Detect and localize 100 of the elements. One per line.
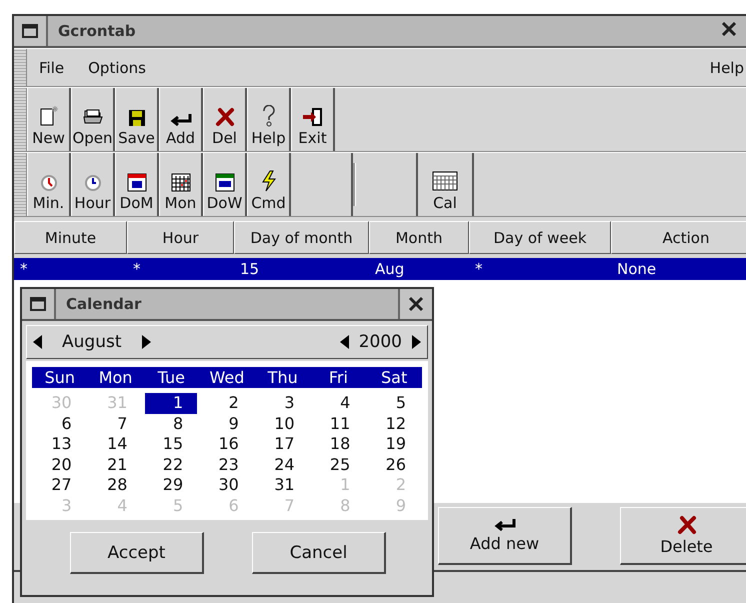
- toolbar-button[interactable]: Open: [71, 88, 115, 151]
- column-header[interactable]: Minute: [14, 221, 127, 254]
- column-header[interactable]: Day of week: [469, 221, 611, 254]
- new-document-icon: [38, 105, 60, 127]
- calendar-day[interactable]: 4: [312, 393, 364, 414]
- menu-item[interactable]: Options: [76, 58, 158, 76]
- clock-icon: [84, 174, 102, 192]
- column-header[interactable]: Action: [611, 221, 746, 254]
- calendar-day[interactable]: 19: [368, 434, 420, 454]
- menu-item[interactable]: Help: [698, 58, 746, 76]
- toolbar-button[interactable]: Save: [115, 88, 159, 151]
- month-label: August: [62, 332, 122, 352]
- calendar-day[interactable]: 30: [201, 475, 253, 496]
- toolbar-handle[interactable]: [14, 88, 27, 151]
- clock-icon: [40, 174, 58, 192]
- toolbar-handle[interactable]: [14, 153, 27, 216]
- toolbar-button[interactable]: Exit: [291, 88, 335, 151]
- year-label: 2000: [358, 332, 402, 352]
- toolbar-button[interactable]: Del: [203, 88, 247, 151]
- weekday-label: Fri: [328, 367, 349, 388]
- calendar-day[interactable]: 5: [368, 393, 420, 414]
- weekday-label: Sun: [44, 367, 76, 388]
- calendar-page-icon: [126, 172, 148, 192]
- menu-item[interactable]: File: [27, 58, 76, 76]
- column-header[interactable]: Hour: [127, 221, 234, 254]
- calendar-day[interactable]: 18: [312, 434, 364, 454]
- calendar-day[interactable]: 8: [145, 414, 198, 434]
- table-cell-text: None: [616, 259, 658, 280]
- calendar-day[interactable]: 1: [145, 393, 198, 414]
- calendar-day[interactable]: 2: [201, 393, 253, 414]
- window-menu-icon[interactable]: [30, 297, 46, 311]
- calendar-day[interactable]: 6: [34, 414, 86, 434]
- calendar-day[interactable]: 20: [34, 454, 86, 475]
- calendar-day[interactable]: 15: [145, 434, 198, 454]
- calendar-day[interactable]: 25: [312, 454, 364, 475]
- calendar-day[interactable]: 13: [34, 434, 86, 454]
- previous-month-arrow-icon[interactable]: [33, 335, 42, 349]
- weekday-label: Sat: [380, 367, 408, 388]
- calendar-day[interactable]: 17: [256, 434, 309, 454]
- table-cell-text: *: [132, 259, 142, 280]
- window-title: Gcrontab: [57, 22, 137, 40]
- toolbar-button[interactable]: Hour: [71, 153, 115, 216]
- table-row[interactable]: * * 15 Aug * None: [14, 258, 746, 280]
- cross-icon: [676, 515, 696, 535]
- column-header[interactable]: Day of month: [234, 221, 369, 254]
- return-arrow-icon: [492, 518, 516, 532]
- toolbar-button[interactable]: Help: [247, 88, 291, 151]
- weekday-label: Mon: [98, 367, 134, 388]
- toolbar-button[interactable]: Add: [159, 88, 203, 151]
- calendar-day[interactable]: 23: [201, 454, 253, 475]
- dialog-button[interactable]: Accept: [70, 532, 204, 574]
- next-month-arrow-icon[interactable]: [142, 335, 150, 349]
- calendar-day[interactable]: 28: [90, 475, 142, 496]
- cross-icon: [214, 107, 234, 127]
- calendar-day[interactable]: 7: [90, 414, 142, 434]
- question-mark-icon: [260, 105, 276, 127]
- table-cell-text: Aug: [374, 259, 406, 280]
- month-grid-icon: [170, 172, 192, 192]
- table-cell-text: *: [474, 259, 484, 280]
- action-button[interactable]: Delete: [620, 507, 746, 565]
- next-year-arrow-icon[interactable]: [412, 335, 421, 349]
- calendar-day[interactable]: 27: [34, 475, 86, 496]
- exit-door-icon: [302, 107, 324, 127]
- dialog-title: Calendar: [65, 295, 142, 313]
- toolbar-button[interactable]: Min.: [27, 153, 71, 216]
- dialog-button[interactable]: Cancel: [252, 532, 386, 574]
- close-icon[interactable]: [408, 296, 424, 312]
- action-button[interactable]: Add new: [438, 507, 572, 565]
- lightning-icon: [260, 170, 278, 192]
- toolbar-handle[interactable]: [14, 49, 27, 86]
- column-header[interactable]: Month: [369, 221, 469, 254]
- table-cell-text: 15: [239, 259, 260, 280]
- calendar-day[interactable]: 16: [201, 434, 253, 454]
- calendar-day[interactable]: 10: [256, 414, 309, 434]
- calendar-grid-icon: [431, 170, 459, 192]
- toolbar-button[interactable]: Cal: [416, 153, 474, 216]
- calendar-day[interactable]: 31: [256, 475, 309, 496]
- table-cell-text: *: [19, 259, 28, 280]
- calendar-day[interactable]: 12: [368, 414, 420, 434]
- calendar-day[interactable]: 9: [201, 414, 253, 434]
- weekday-label: Wed: [208, 367, 246, 388]
- toolbar-button[interactable]: DoW: [203, 153, 247, 216]
- calendar-day[interactable]: 24: [256, 454, 309, 475]
- calendar-day[interactable]: 22: [145, 454, 198, 475]
- window-menu-icon[interactable]: [22, 24, 38, 38]
- calendar-page-icon: [214, 172, 236, 192]
- calendar-day[interactable]: 3: [256, 393, 309, 414]
- calendar-day[interactable]: 26: [368, 454, 420, 475]
- toolbar-button[interactable]: New: [27, 88, 71, 151]
- calendar-day[interactable]: 21: [90, 454, 142, 475]
- toolbar-button[interactable]: Cmd: [247, 153, 291, 216]
- calendar-day[interactable]: 14: [90, 434, 142, 454]
- weekday-label: Tue: [156, 367, 186, 388]
- toolbar-button[interactable]: Mon: [159, 153, 203, 216]
- calendar-day[interactable]: 11: [312, 414, 364, 434]
- return-arrow-icon: [168, 113, 192, 127]
- calendar-day[interactable]: 29: [145, 475, 198, 496]
- previous-year-arrow-icon[interactable]: [340, 335, 349, 349]
- close-icon[interactable]: [722, 22, 736, 36]
- toolbar-button[interactable]: DoM: [115, 153, 159, 216]
